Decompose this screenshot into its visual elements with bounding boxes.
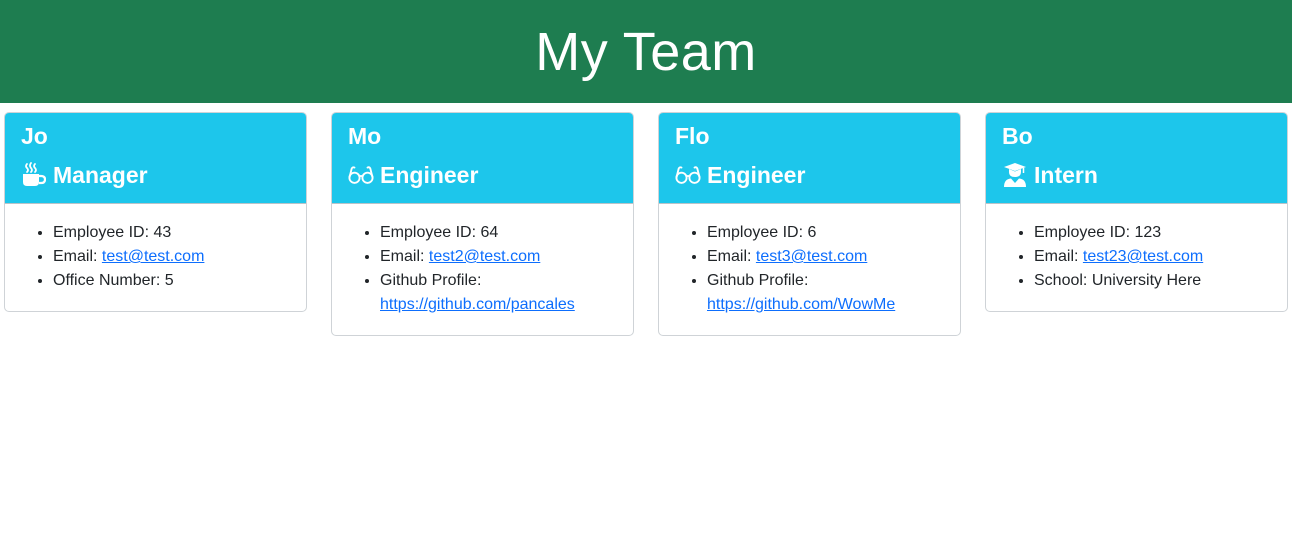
employee-id-value: 64: [480, 224, 499, 241]
employee-id-label: Employee ID:: [707, 224, 808, 241]
employee-role: Engineer: [348, 160, 617, 190]
github-item: Github Profile: https://github.com/WowMe: [707, 269, 944, 317]
employee-id-item: Employee ID: 43: [53, 221, 290, 245]
employee-card-engineer: Mo Engineer Employee ID: 64 Email: test2…: [331, 112, 634, 336]
mug-hot-icon: [21, 162, 47, 188]
card-body: Employee ID: 6 Email: test3@test.com Git…: [659, 204, 960, 335]
github-link[interactable]: https://github.com/WowMe: [707, 296, 895, 313]
school-value: University Here: [1091, 272, 1202, 289]
email-link[interactable]: test3@test.com: [756, 248, 867, 265]
employee-role: Engineer: [675, 160, 944, 190]
user-graduate-icon: [1002, 162, 1028, 188]
employee-id-value: 43: [153, 224, 172, 241]
employee-card-manager: Jo Manager Employee ID: 43 Email: test@t…: [4, 112, 307, 312]
employee-id-label: Employee ID:: [1034, 224, 1135, 241]
office-number-value: 5: [164, 272, 174, 289]
role-label: Engineer: [380, 162, 479, 188]
email-link[interactable]: test@test.com: [102, 248, 205, 265]
office-number-item: Office Number: 5: [53, 269, 290, 293]
email-item: Email: test2@test.com: [380, 245, 617, 269]
email-label: Email:: [380, 248, 429, 265]
card-header: Mo Engineer: [332, 113, 633, 204]
employee-id-item: Employee ID: 64: [380, 221, 617, 245]
employee-id-label: Employee ID:: [53, 224, 154, 241]
employee-card-engineer: Flo Engineer Employee ID: 6 Email: test3…: [658, 112, 961, 336]
email-link[interactable]: test23@test.com: [1083, 248, 1203, 265]
employee-name: Mo: [348, 123, 382, 149]
page-title: My Team: [535, 21, 757, 82]
github-item: Github Profile: https://github.com/pancal…: [380, 269, 617, 317]
role-label: Engineer: [707, 162, 806, 188]
email-item: Email: test23@test.com: [1034, 245, 1271, 269]
email-label: Email:: [1034, 248, 1083, 265]
school-item: School: University Here: [1034, 269, 1271, 293]
employee-details: Employee ID: 6 Email: test3@test.com Git…: [707, 221, 944, 317]
email-label: Email:: [53, 248, 102, 265]
email-item: Email: test@test.com: [53, 245, 290, 269]
page-header: My Team: [0, 0, 1292, 103]
github-label: Github Profile:: [707, 272, 809, 289]
employee-details: Employee ID: 43 Email: test@test.com Off…: [53, 221, 290, 293]
employee-id-item: Employee ID: 6: [707, 221, 944, 245]
employee-id-value: 123: [1134, 224, 1162, 241]
card-header: Flo Engineer: [659, 113, 960, 204]
school-label: School:: [1034, 272, 1092, 289]
employee-role: Intern: [1002, 160, 1271, 190]
card-body: Employee ID: 43 Email: test@test.com Off…: [5, 204, 306, 311]
github-label: Github Profile:: [380, 272, 482, 289]
glasses-icon: [348, 162, 374, 188]
role-label: Manager: [53, 162, 148, 188]
email-link[interactable]: test2@test.com: [429, 248, 540, 265]
employee-id-value: 6: [807, 224, 817, 241]
employee-name: Bo: [1002, 123, 1033, 149]
employee-name: Jo: [21, 123, 48, 149]
card-header: Bo Intern: [986, 113, 1287, 204]
office-number-label: Office Number:: [53, 272, 165, 289]
card-header: Jo Manager: [5, 113, 306, 204]
email-item: Email: test3@test.com: [707, 245, 944, 269]
employee-id-label: Employee ID:: [380, 224, 481, 241]
email-label: Email:: [707, 248, 756, 265]
employee-role: Manager: [21, 160, 290, 190]
card-body: Employee ID: 64 Email: test2@test.com Gi…: [332, 204, 633, 335]
employee-name: Flo: [675, 123, 710, 149]
employee-card-intern: Bo Intern Employee ID: 123 Email: test23…: [985, 112, 1288, 312]
employee-details: Employee ID: 123 Email: test23@test.com …: [1034, 221, 1271, 293]
github-link[interactable]: https://github.com/pancales: [380, 296, 575, 313]
role-label: Intern: [1034, 162, 1098, 188]
glasses-icon: [675, 162, 701, 188]
card-body: Employee ID: 123 Email: test23@test.com …: [986, 204, 1287, 311]
employee-details: Employee ID: 64 Email: test2@test.com Gi…: [380, 221, 617, 317]
employee-id-item: Employee ID: 123: [1034, 221, 1271, 245]
